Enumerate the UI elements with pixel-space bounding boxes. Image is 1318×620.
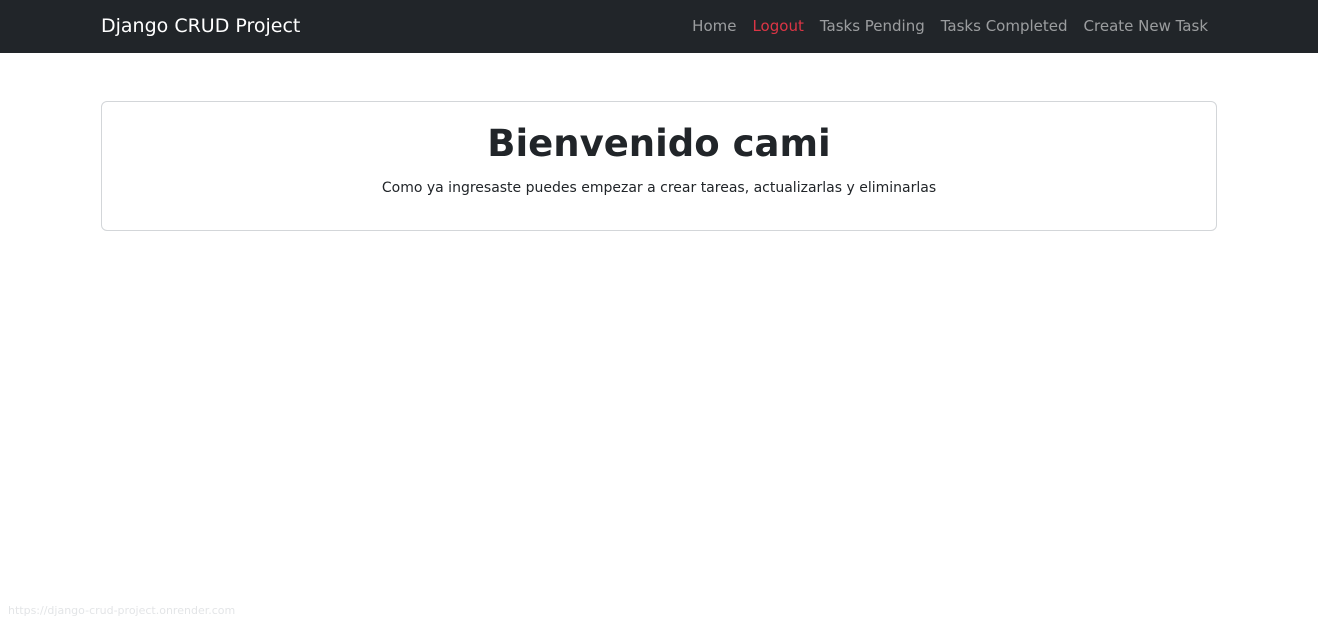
top-navbar: Django CRUD Project Home Logout Tasks Pe… [0, 0, 1318, 53]
welcome-message: Como ya ingresaste puedes empezar a crea… [381, 180, 937, 196]
status-bar-url: https://django-crud-project.onrender.com [8, 604, 236, 617]
tasks-pending-link[interactable]: Tasks Pending [820, 17, 925, 35]
logout-link[interactable]: Logout [752, 17, 803, 35]
nav-item-logout: Logout [752, 15, 803, 37]
nav-item-home: Home [692, 15, 736, 37]
create-new-task-link[interactable]: Create New Task [1084, 17, 1208, 35]
nav-item-tasks-pending: Tasks Pending [820, 15, 925, 37]
welcome-heading: Bienvenido cami [487, 122, 831, 165]
tasks-completed-link[interactable]: Tasks Completed [941, 17, 1068, 35]
nav-links: Home Logout Tasks Pending Tasks Complete… [692, 15, 1208, 37]
nav-item-tasks-completed: Tasks Completed [941, 15, 1068, 37]
nav-item-create-new-task: Create New Task [1084, 15, 1208, 37]
welcome-card: Bienvenido cami Como ya ingresaste puede… [101, 101, 1217, 231]
brand-link[interactable]: Django CRUD Project [101, 13, 300, 39]
home-link[interactable]: Home [692, 17, 736, 35]
